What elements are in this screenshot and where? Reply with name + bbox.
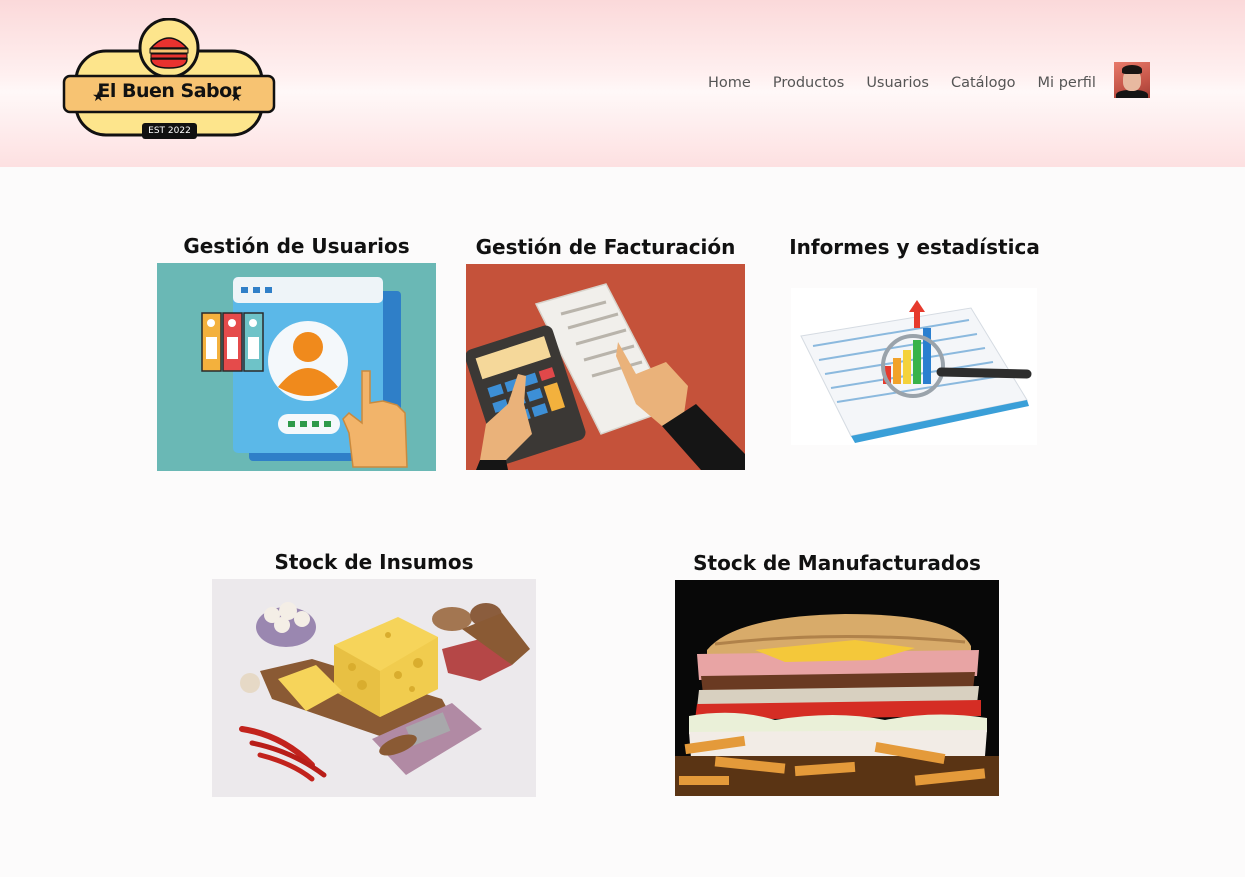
card-title-usuarios: Gestión de Usuarios	[183, 234, 410, 258]
card-image-informes[interactable]	[791, 288, 1037, 445]
card-title-informes: Informes y estadística	[789, 235, 1040, 259]
nav-home[interactable]: Home	[708, 75, 751, 91]
main-nav: Home Productos Usuarios Catálogo Mi perf…	[708, 72, 1096, 94]
nav-usuarios[interactable]: Usuarios	[866, 75, 929, 91]
card-image-facturacion[interactable]	[466, 264, 745, 470]
avatar-hair	[1122, 65, 1142, 74]
avatar[interactable]	[1114, 62, 1150, 98]
card-image-insumos[interactable]	[212, 579, 536, 797]
avatar-shirt	[1116, 90, 1148, 98]
nav-catalogo[interactable]: Catálogo	[951, 75, 1016, 91]
nav-mi-perfil[interactable]: Mi perfil	[1038, 75, 1096, 91]
card-title-facturacion: Gestión de Facturación	[475, 235, 736, 259]
card-title-insumos: Stock de Insumos	[274, 550, 474, 574]
header: ★ ★ El Buen Sabor EST 2022 Home Producto…	[0, 0, 1245, 167]
card-image-usuarios[interactable]	[157, 263, 436, 471]
card-title-manufacturados: Stock de Manufacturados	[693, 551, 981, 575]
nav-productos[interactable]: Productos	[773, 75, 844, 91]
brand-name: El Buen Sabor	[97, 80, 241, 102]
card-image-manufacturados[interactable]	[675, 580, 999, 796]
brand-est-badge: EST 2022	[142, 123, 197, 139]
brand-logo[interactable]: ★ ★ El Buen Sabor EST 2022	[62, 18, 276, 142]
